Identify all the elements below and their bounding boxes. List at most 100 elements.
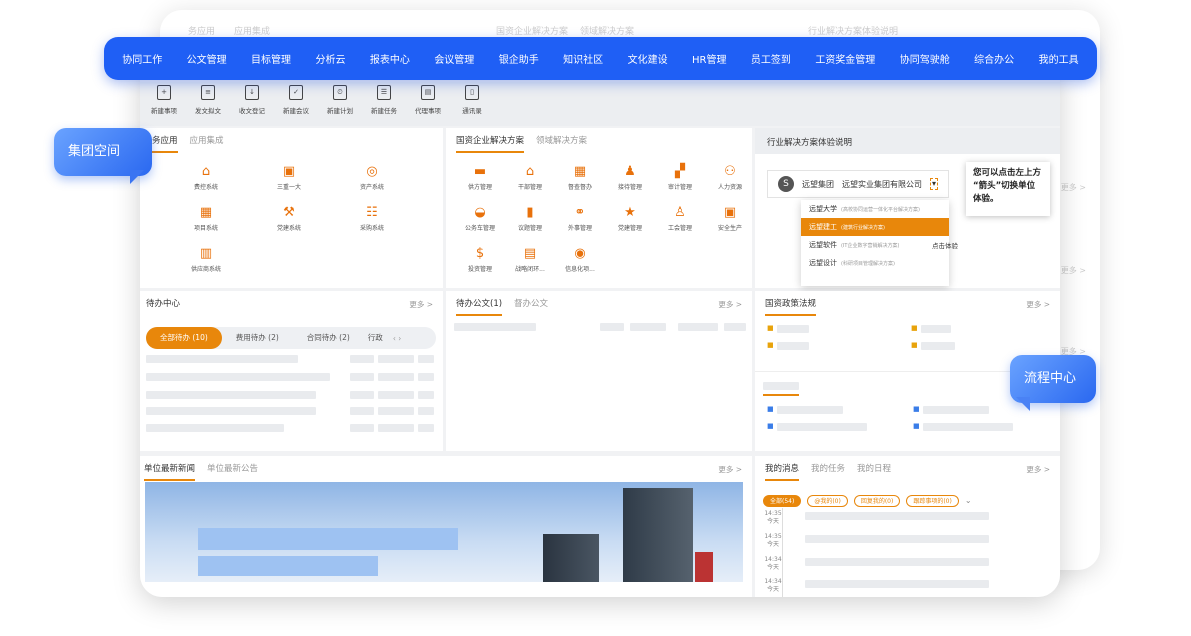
pill-all-todo[interactable]: 全部待办 (10)	[146, 327, 222, 349]
dropdown-item[interactable]: 远望大学 (高校协同运营一体化平台解决方案)	[801, 200, 949, 218]
toolbar-icon: ▤	[421, 85, 435, 100]
tab-app-integration[interactable]: 应用集成	[190, 134, 224, 153]
toolbar-button[interactable]: ⏲ 新建计划	[318, 85, 362, 115]
folder-icon: ■	[911, 324, 918, 332]
flow-center-bubble[interactable]: 流程中心	[1010, 355, 1096, 411]
chevron-down-icon[interactable]: ⌄	[965, 496, 972, 505]
doc-icon: ■	[913, 405, 920, 413]
policy-more-link[interactable]: 更多 >	[1026, 299, 1050, 310]
toolbar-button[interactable]: ✓ 新建会议	[274, 85, 318, 115]
brand-logo-icon: S	[778, 176, 794, 192]
tab-latest-news[interactable]: 单位最新新闻	[144, 462, 196, 481]
folder-icon: ■	[911, 341, 918, 349]
nav-item[interactable]: 综合办公	[974, 51, 1014, 66]
docs-more-link[interactable]: 更多 >	[718, 299, 742, 310]
nav-item[interactable]: 文化建设	[628, 51, 668, 66]
app-item[interactable]: ▣ 安全生产	[700, 205, 760, 232]
toolbar-button[interactable]: ↓ 收文登记	[230, 85, 274, 115]
app-icon: ⌂	[201, 164, 211, 179]
app-item[interactable]: ▥ 供应商系统	[176, 246, 236, 273]
tag-replies[interactable]: 回复我的(0)	[853, 495, 901, 507]
app-item[interactable]: ▣ 三重一大	[259, 164, 319, 191]
group-space-bubble[interactable]: 集团空间	[54, 128, 152, 184]
docs-panel: 待办公文(1) 督办公文 更多 >	[446, 291, 752, 451]
industry-title: 行业解决方案体验说明	[767, 138, 853, 148]
message-time: 14:34 今天	[764, 556, 782, 571]
message-time: 14:34 今天	[764, 578, 782, 593]
messages-more-link[interactable]: 更多 >	[1026, 464, 1050, 475]
quick-toolbar: + 新建事项 ≡ 发文拟文 ↓ 收文登记 ✓ 新建会议 ⏲ 新建计划 ☰ 新建任务 ▤ 代理事项 ▯ 通讯录	[140, 82, 1060, 126]
tab-my-messages[interactable]: 我的消息	[765, 462, 800, 481]
nav-item[interactable]: 会议管理	[434, 51, 474, 66]
pill-contract-todo[interactable]: 合同待办 (2)	[293, 327, 364, 349]
pill-expense-todo[interactable]: 费用待办 (2)	[222, 327, 293, 349]
app-icon: ⚇	[724, 164, 736, 179]
app-label: 安全生产	[717, 225, 742, 232]
tab-my-schedule[interactable]: 我的日程	[857, 462, 891, 481]
tab-pending-docs[interactable]: 待办公文(1)	[456, 297, 503, 316]
news-more-link[interactable]: 更多 >	[718, 464, 742, 475]
dropdown-item[interactable]: 远望软件 (IT企业数字营销解决方案)	[801, 236, 949, 254]
toolbar-label: 新建会议	[283, 107, 309, 115]
tag-mentions[interactable]: @我的(0)	[807, 495, 848, 507]
doc-icon: ■	[767, 422, 774, 430]
nav-item[interactable]: 协同驾驶舱	[900, 51, 950, 66]
news-banner-image[interactable]	[145, 482, 743, 582]
app-icon: ▣	[723, 205, 737, 220]
toolbar-button[interactable]: ☰ 新建任务	[362, 85, 406, 115]
nav-item[interactable]: 员工签到	[751, 51, 791, 66]
back-header: 领域解决方案	[580, 27, 635, 37]
app-item[interactable]: ⚒ 党建系统	[259, 205, 319, 232]
app-icon: ▣	[282, 164, 296, 179]
pill-scroll-arrows[interactable]: ‹ ›	[393, 334, 401, 343]
company-switcher[interactable]: S 远望集团 远望实业集团有限公司 ▾	[767, 170, 949, 198]
toolbar-button[interactable]: ≡ 发文拟文	[186, 85, 230, 115]
toolbar-icon: ✓	[289, 85, 303, 100]
back-more-link: 更多 >	[1060, 266, 1086, 275]
tag-tracked[interactable]: 跟踪事项的(0)	[906, 495, 959, 507]
toolbar-icon: ↓	[245, 85, 259, 100]
app-item[interactable]: ▦ 项目系统	[176, 205, 236, 232]
app-item[interactable]: ⚇ 人力资源	[700, 164, 760, 191]
switch-arrow-icon[interactable]: ▾	[930, 178, 939, 190]
nav-item[interactable]: 目标管理	[251, 51, 291, 66]
toolbar-label: 新建事项	[151, 107, 177, 115]
switch-callout: 您可以点击左上方 “箭头”切换单位 体验。	[966, 162, 1050, 216]
toolbar-label: 代理事项	[415, 107, 441, 115]
tab-latest-notices[interactable]: 单位最新公告	[207, 462, 258, 481]
nav-item[interactable]: 工资奖金管理	[815, 51, 875, 66]
nav-item[interactable]: 银企助手	[499, 51, 539, 66]
app-label: 人力资源	[717, 184, 742, 191]
nav-item[interactable]: 分析云	[315, 51, 345, 66]
toolbar-button[interactable]: + 新建事项	[142, 85, 186, 115]
nav-item[interactable]: 报表中心	[370, 51, 410, 66]
tab-soe-solutions[interactable]: 国资企业解决方案	[456, 134, 525, 153]
message-filter-tags: 全部(54) @我的(0) 回复我的(0) 跟踪事项的(0) ⌄	[763, 488, 972, 507]
dropdown-item[interactable]: 远望设计 (科研项目管理解决方案)	[801, 254, 949, 272]
app-item[interactable]: ◉ 信息化项...	[550, 246, 610, 273]
tab-business-apps[interactable]: 务应用	[152, 134, 178, 153]
tab-domain-solutions[interactable]: 领域解决方案	[536, 134, 587, 153]
nav-item[interactable]: HR管理	[692, 51, 726, 66]
nav-item[interactable]: 知识社区	[563, 51, 603, 66]
todo-title: 待办中心	[146, 299, 181, 309]
nav-item[interactable]: 公文管理	[187, 51, 227, 66]
app-item[interactable]: ◎ 资产系统	[342, 164, 402, 191]
pill-admin-todo[interactable]: 行政	[364, 327, 387, 349]
toolbar-button[interactable]: ▯ 通讯录	[450, 85, 494, 115]
dropdown-item-selected[interactable]: 远望建工 (建筑行业解决方案)	[801, 218, 949, 236]
nav-item[interactable]: 我的工具	[1039, 51, 1079, 66]
tag-all[interactable]: 全部(54)	[763, 495, 802, 507]
toolbar-button[interactable]: ▤ 代理事项	[406, 85, 450, 115]
tab-my-tasks[interactable]: 我的任务	[811, 462, 845, 481]
tab-supervised-docs[interactable]: 督办公文	[514, 297, 548, 316]
nav-item[interactable]: 协同工作	[122, 51, 162, 66]
app-item[interactable]: ⌂ 费控系统	[176, 164, 236, 191]
brand-name: 远望集团	[802, 179, 834, 189]
app-label: 资产系统	[359, 184, 384, 191]
app-label: 信息化项...	[565, 266, 595, 273]
app-item[interactable]: ☷ 采购系统	[342, 205, 402, 232]
todo-more-link[interactable]: 更多 >	[409, 299, 433, 310]
app-icon: ▥	[199, 246, 213, 261]
back-header: 务应用	[188, 27, 216, 37]
